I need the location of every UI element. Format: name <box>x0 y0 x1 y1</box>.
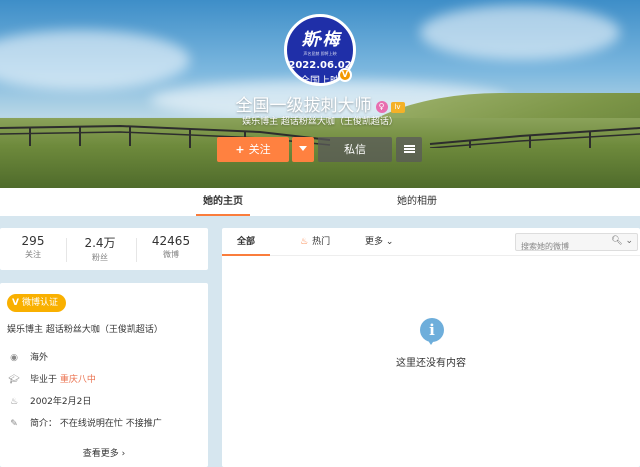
feed-panel: 全部 ♨热门 更多 ⌄ 🔍︎ ⌄ i 这里还没有内容 <box>222 228 640 467</box>
graduation-cap-icon: 🎓︎ <box>8 375 20 385</box>
stat-value: 2.4万 <box>84 236 116 250</box>
feed-search: 🔍︎ ⌄ <box>515 233 638 255</box>
education-prefix: 毕业于 <box>30 375 58 385</box>
location-text: 海外 <box>30 353 49 363</box>
cloud-decoration <box>0 30 190 90</box>
stat-label: 微博 <box>163 250 179 259</box>
birthday-text: 2002年2月2日 <box>30 397 92 407</box>
feed-tab-all[interactable]: 全部 <box>222 228 270 256</box>
info-card: V 微博认证 娱乐博主 超话粉丝大咖（王俊凯超话） ◉ 海外 🎓︎ 毕业于 重庆八中 … <box>0 283 208 467</box>
follow-button[interactable]: + 关注 <box>217 137 289 162</box>
profile-name: 全国一级拔刺大师 <box>235 96 372 116</box>
stat-label: 关注 <box>25 250 41 259</box>
feed-tab-hot-label: 热门 <box>312 237 331 247</box>
verification-tag: V 微博认证 <box>7 294 66 312</box>
verification-label: 微博认证 <box>21 298 58 308</box>
level-badge-icon[interactable]: lv <box>390 102 405 113</box>
avatar-logo-text: 斯·梅 <box>301 30 340 50</box>
tab-home[interactable]: 她的主页 <box>196 188 250 216</box>
cake-icon: ♨ <box>9 397 19 407</box>
avatar-small-text: 声名显赫 即将上映 <box>303 51 337 56</box>
bio-label: 简介： <box>30 419 58 429</box>
caret-down-icon <box>299 146 307 151</box>
stat-followers[interactable]: 2.4万 粉丝 <box>67 234 133 263</box>
verification-description: 娱乐博主 超话粉丝大咖（王俊凯超话） <box>7 325 163 335</box>
pencil-icon: ✎ <box>10 419 18 429</box>
profile-description: 娱乐博主 超话粉丝大咖（王俊凯超话） <box>242 117 398 127</box>
location-icon: ◉ <box>10 353 18 363</box>
stat-label: 粉丝 <box>92 253 108 262</box>
profile-tabs: 她的主页 她的相册 <box>0 188 640 216</box>
bio-text: 不在线说明在忙 不接推广 <box>59 419 162 429</box>
stat-value: 295 <box>21 234 45 248</box>
stat-posts[interactable]: 42465 微博 <box>138 234 204 260</box>
feed-tab-more[interactable]: 更多 ⌄ <box>365 228 393 256</box>
info-row-location: ◉ 海外 <box>8 351 48 365</box>
fire-icon: ♨ <box>300 237 309 247</box>
empty-state-text: 这里还没有内容 <box>396 358 466 369</box>
info-row-education: 🎓︎ 毕业于 重庆八中 <box>8 373 96 387</box>
divider <box>136 238 137 262</box>
info-row-bio: ✎ 简介： 不在线说明在忙 不接推广 <box>8 417 162 431</box>
more-menu-button[interactable] <box>396 137 422 162</box>
profile-name-row: 全国一级拔刺大师 ♀ lv <box>0 91 640 116</box>
verified-v-icon: V <box>12 298 19 308</box>
stats-card: 295 关注 2.4万 粉丝 42465 微博 <box>0 228 208 270</box>
cloud-decoration <box>420 5 620 60</box>
feed-search-input[interactable] <box>516 238 616 255</box>
follow-button-label: 关注 <box>248 143 271 156</box>
view-more-link[interactable]: 查看更多 › <box>0 446 208 459</box>
feed-tabs: 全部 ♨热门 更多 ⌄ 🔍︎ ⌄ <box>222 228 640 256</box>
plus-icon: + <box>235 143 245 156</box>
menu-icon <box>403 145 415 153</box>
member-badge-icon[interactable]: ♀ <box>375 101 388 113</box>
message-button[interactable]: 私信 <box>318 137 392 162</box>
search-icon[interactable]: 🔍︎ ⌄ <box>611 236 633 246</box>
follow-dropdown-button[interactable] <box>292 137 314 162</box>
info-row-birthday: ♨ 2002年2月2日 <box>8 395 91 409</box>
verified-icon: V <box>338 68 352 82</box>
tab-album[interactable]: 她的相册 <box>390 188 444 216</box>
school-link[interactable]: 重庆八中 <box>60 375 96 385</box>
feed-tab-hot[interactable]: ♨ 热门 <box>300 228 330 256</box>
info-icon-tail <box>427 339 435 345</box>
stat-following[interactable]: 295 关注 <box>0 234 66 260</box>
stat-value: 42465 <box>151 234 191 248</box>
